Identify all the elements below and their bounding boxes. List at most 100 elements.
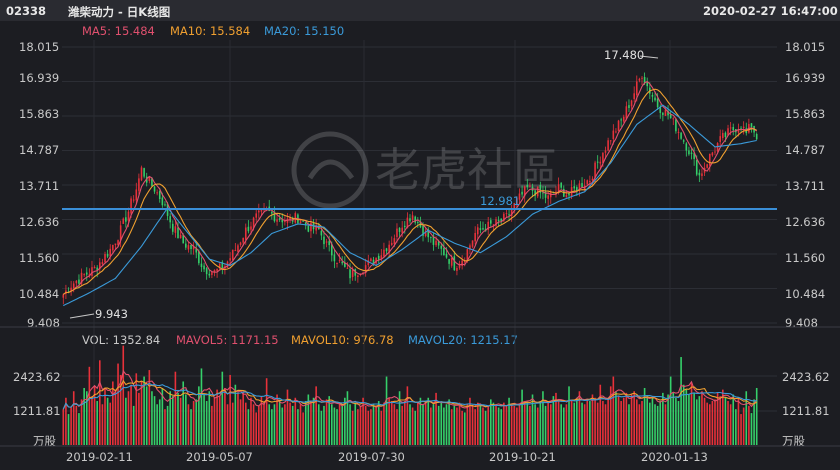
candle-body: [127, 211, 130, 221]
volume-bar: [325, 399, 328, 445]
volume-bar: [622, 397, 625, 445]
volume-bar: [479, 404, 482, 445]
volume-bar: [377, 401, 380, 445]
volume-bar: [310, 402, 312, 445]
volume-bar: [258, 405, 260, 445]
candle-body: [630, 100, 633, 107]
volume-bar: [424, 401, 427, 445]
candle-body: [179, 234, 182, 239]
volume-bar: [729, 404, 732, 445]
volume-bar: [315, 386, 317, 445]
volume-bar: [573, 402, 576, 445]
candle-body: [662, 112, 664, 115]
candle-body: [62, 294, 65, 298]
candle-body: [242, 238, 244, 243]
candle-body: [591, 178, 594, 181]
volume-bar: [476, 402, 479, 445]
candle-body: [443, 247, 445, 256]
candle-body: [482, 228, 484, 230]
volume-bar: [70, 407, 72, 445]
volume-bar: [482, 407, 484, 445]
volume-bar: [646, 396, 649, 445]
candle-body: [729, 127, 732, 129]
volume-bar: [250, 397, 252, 445]
volume-bar: [669, 376, 672, 445]
candle-body: [239, 242, 242, 245]
volume-bar: [330, 404, 333, 445]
volume-bar: [383, 402, 385, 445]
volume-bar: [443, 407, 445, 445]
candle-body: [565, 194, 568, 198]
volume-bar: [450, 409, 453, 445]
volume-bar: [635, 399, 638, 445]
candle-body: [742, 126, 745, 129]
volume-bar: [291, 405, 294, 445]
volume-bar: [80, 399, 83, 445]
volume-bar: [677, 401, 680, 445]
volume-bar: [78, 413, 80, 445]
volume-bar: [615, 391, 617, 445]
candle-body: [244, 227, 247, 240]
volume-bar: [104, 387, 106, 445]
volume-bar: [453, 405, 456, 445]
volume-bar: [216, 389, 218, 445]
candle-body: [164, 204, 166, 206]
high-label: 17.480: [604, 48, 644, 62]
candle-body: [474, 233, 476, 242]
volume-bar: [403, 401, 406, 445]
candle-body: [479, 228, 482, 230]
volume-bar: [187, 404, 190, 445]
volume-bar: [742, 407, 745, 445]
volume-bar: [557, 401, 560, 445]
volume-bar: [299, 404, 302, 445]
volume-bar: [302, 412, 304, 445]
candle-body: [205, 268, 208, 275]
candle-body: [403, 225, 406, 228]
volume-bar: [599, 384, 602, 445]
volume-bar: [252, 404, 255, 445]
volume-bar: [753, 399, 755, 445]
candle-body: [732, 127, 735, 131]
candle-body: [396, 228, 398, 238]
volume-bar: [505, 405, 508, 445]
volume-bar: [628, 404, 630, 445]
candle-body: [615, 131, 617, 133]
volume-bar: [620, 401, 622, 445]
candle-body: [341, 261, 344, 264]
volume-bar: [263, 402, 265, 445]
volume-bar: [127, 391, 130, 445]
volume-bar: [583, 404, 586, 445]
volume-bar: [62, 409, 65, 445]
volume-bar: [388, 397, 390, 445]
candle-body: [85, 272, 88, 275]
candle-body: [521, 191, 523, 195]
candle-body: [153, 186, 156, 192]
volume-bar: [336, 409, 338, 445]
volume-bar: [401, 405, 403, 445]
volume-bar: [417, 402, 419, 445]
candle-body: [622, 116, 625, 122]
volume-bar: [656, 405, 659, 445]
candle-body: [156, 192, 158, 194]
candle-body: [456, 267, 458, 271]
volume-bar: [244, 402, 247, 445]
candle-body: [104, 253, 106, 263]
candle-body: [307, 225, 310, 232]
candle-body: [75, 280, 78, 284]
volume-bar: [198, 386, 200, 445]
candle-body: [646, 82, 649, 87]
volume-bar: [289, 402, 291, 445]
volume-bar: [357, 409, 359, 445]
volume-bar: [406, 386, 409, 445]
candle-body: [604, 150, 607, 153]
volume-bar: [153, 396, 156, 445]
candle-body: [250, 226, 252, 230]
candle-body: [675, 119, 677, 132]
volume-bar: [448, 399, 450, 445]
volume-bar: [659, 401, 662, 445]
volume-bar: [690, 383, 693, 445]
candle-body: [211, 272, 213, 275]
volume-bar: [83, 387, 85, 445]
candle-body: [255, 213, 258, 218]
candle-body: [573, 186, 576, 189]
